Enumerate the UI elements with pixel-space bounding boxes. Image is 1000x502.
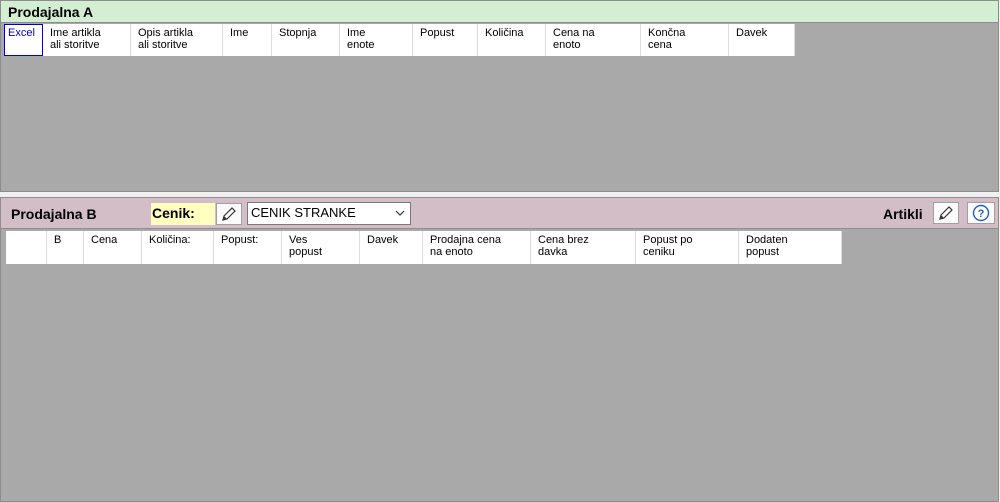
cenik-select-value: CENIK STRANKE <box>251 205 356 220</box>
column-header-popust[interactable]: Popust <box>413 24 478 56</box>
grid-a-header-row: Excel Ime artikla ali storitve Opis arti… <box>4 24 795 56</box>
grid-b-header-row: B Cena Količina: Popust: Ves popust Dave… <box>6 231 842 264</box>
column-header-davek-b[interactable]: Davek <box>360 231 423 264</box>
column-header-kolicina[interactable]: Količina <box>478 24 546 56</box>
column-header-cena-na-enoto[interactable]: Cena na enoto <box>546 24 641 56</box>
column-header-ves-popust[interactable]: Ves popust <box>282 231 360 264</box>
column-header-ime-artikla[interactable]: Ime artikla ali storitve <box>43 24 131 56</box>
panel-b-header: Prodajalna B Cenik: CENIK STRANKE Artikl… <box>1 198 998 229</box>
panel-prodajalna-a: Prodajalna A Excel Ime artikla ali stori… <box>0 0 999 192</box>
panel-a-title: Prodajalna A <box>8 4 94 20</box>
column-header-ime-enote[interactable]: Ime enote <box>340 24 413 56</box>
column-header-popust-b[interactable]: Popust: <box>214 231 282 264</box>
column-header-davek[interactable]: Davek <box>729 24 795 56</box>
column-header-ime[interactable]: Ime <box>223 24 272 56</box>
cenik-select[interactable]: CENIK STRANKE <box>247 202 411 225</box>
cenik-label: Cenik: <box>151 203 215 225</box>
panel-a-header: Prodajalna A <box>1 1 998 23</box>
column-header-dodaten-popust[interactable]: Dodaten popust <box>739 231 842 264</box>
artikli-label: Artikli <box>883 206 923 222</box>
column-header-stopnja[interactable]: Stopnja <box>272 24 340 56</box>
pencil-icon <box>222 207 236 221</box>
column-header-select[interactable] <box>6 231 47 264</box>
column-header-cena[interactable]: Cena <box>84 231 142 264</box>
panel-b-title: Prodajalna B <box>11 206 97 222</box>
column-header-b[interactable]: B <box>47 231 84 264</box>
column-header-kolicina-b[interactable]: Količina: <box>142 231 214 264</box>
question-icon: ? <box>972 204 990 222</box>
edit-artikli-button[interactable] <box>933 202 959 224</box>
excel-button[interactable]: Excel <box>4 24 43 56</box>
svg-text:?: ? <box>978 208 985 220</box>
column-header-koncna-cena[interactable]: Končna cena <box>641 24 729 56</box>
column-header-popust-po-ceniku[interactable]: Popust po ceniku <box>636 231 739 264</box>
column-header-prodajna-cena[interactable]: Prodajna cena na enoto <box>423 231 531 264</box>
chevron-down-icon <box>395 210 405 216</box>
help-button[interactable]: ? <box>967 202 995 224</box>
column-header-opis-artikla[interactable]: Opis artikla ali storitve <box>131 24 223 56</box>
pencil-icon <box>939 206 953 220</box>
column-header-cena-brez-davka[interactable]: Cena brez davka <box>531 231 636 264</box>
edit-cenik-button[interactable] <box>216 203 242 225</box>
panel-prodajalna-b: Prodajalna B Cenik: CENIK STRANKE Artikl… <box>0 197 999 502</box>
